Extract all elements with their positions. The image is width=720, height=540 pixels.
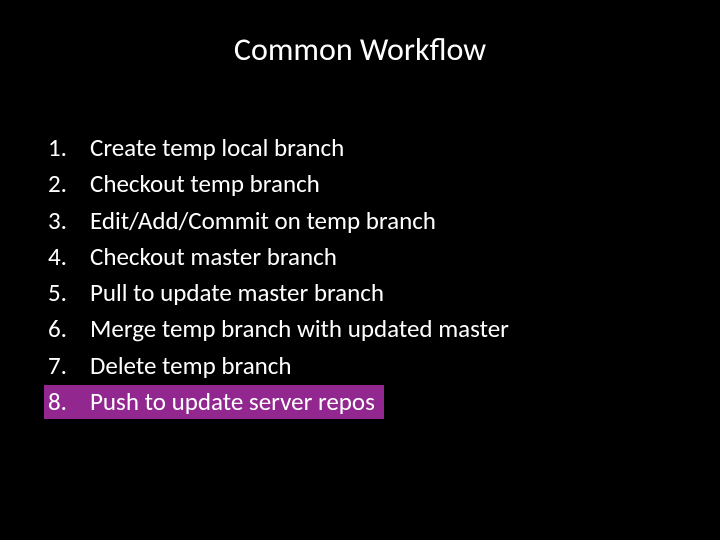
list-number: 3.	[44, 203, 90, 239]
list-number: 2.	[44, 166, 90, 202]
list-text: Checkout temp branch	[90, 166, 676, 202]
slide-title: Common Workflow	[0, 30, 720, 69]
list-item: 3. Edit/Add/Commit on temp branch	[44, 203, 676, 239]
list-number: 5.	[44, 275, 90, 311]
list-item: 5. Pull to update master branch	[44, 275, 676, 311]
list-number: 6.	[44, 311, 90, 347]
list-item: 2. Checkout temp branch	[44, 166, 676, 202]
list-text: Push to update server repos	[90, 384, 676, 420]
list-item: 6. Merge temp branch with updated master	[44, 311, 676, 347]
list-text: Merge temp branch with updated master	[90, 311, 676, 347]
list-text: Edit/Add/Commit on temp branch	[90, 203, 676, 239]
slide: Common Workflow 1. Create temp local bra…	[0, 0, 720, 540]
list-text: Pull to update master branch	[90, 275, 676, 311]
ordered-list: 1. Create temp local branch 2. Checkout …	[44, 130, 676, 420]
list-item: 4. Checkout master branch	[44, 239, 676, 275]
list-text: Delete temp branch	[90, 348, 676, 384]
list-item: 1. Create temp local branch	[44, 130, 676, 166]
list-item: 7. Delete temp branch	[44, 348, 676, 384]
list-text: Create temp local branch	[90, 130, 676, 166]
list-number: 8.	[44, 384, 90, 420]
list-number: 7.	[44, 348, 90, 384]
list-text: Checkout master branch	[90, 239, 676, 275]
list-number: 1.	[44, 130, 90, 166]
list-item: 8. Push to update server repos	[44, 384, 676, 420]
list-number: 4.	[44, 239, 90, 275]
